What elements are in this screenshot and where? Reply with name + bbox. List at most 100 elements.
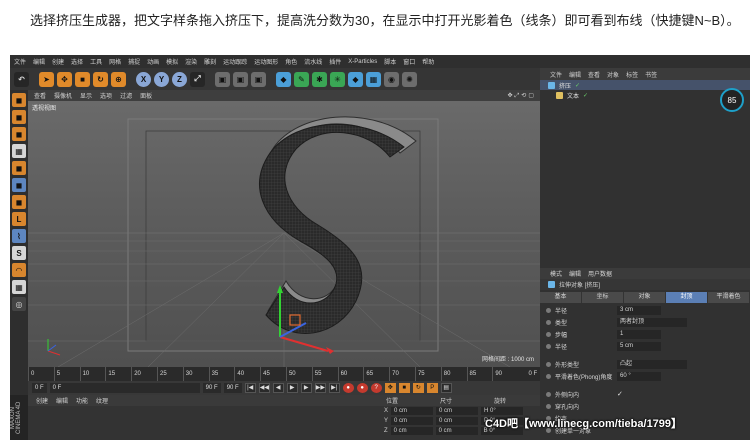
menu-item-animate[interactable]: 动画 xyxy=(147,57,159,66)
om-tab-file[interactable]: 文件 xyxy=(550,70,562,79)
anim-dot-icon[interactable] xyxy=(546,307,551,313)
size-x-field[interactable]: 0 cm xyxy=(436,407,479,415)
axis-mode-icon[interactable]: L xyxy=(12,212,26,226)
coordinate-system-icon[interactable]: ⤢ xyxy=(190,71,205,87)
material-tab-edit[interactable]: 编辑 xyxy=(56,396,68,405)
material-tab-create[interactable]: 创建 xyxy=(36,396,48,405)
viewport-menu-view[interactable]: 查看 xyxy=(34,91,46,100)
viewport-menu-display[interactable]: 显示 xyxy=(80,91,92,100)
menu-item-sculpt[interactable]: 雕刻 xyxy=(204,57,216,66)
points-mode-icon[interactable]: ◼ xyxy=(12,161,26,175)
object-row-text[interactable]: 文本 ✓ xyxy=(540,90,750,100)
array-icon[interactable]: ✳ xyxy=(330,71,345,87)
om-tab-bookmarks[interactable]: 书签 xyxy=(645,70,657,79)
attr-value-dropdown[interactable]: 凸起 xyxy=(617,359,687,369)
attr-value-field[interactable]: 3 cm xyxy=(617,305,661,315)
scale-tool-icon[interactable]: ■ xyxy=(75,71,90,87)
keyframe-selection-icon[interactable]: ? xyxy=(370,383,382,393)
attr-value-field[interactable]: 5 cm xyxy=(617,341,661,351)
menu-item-edit[interactable]: 编辑 xyxy=(33,57,45,66)
attr-tab-object[interactable]: 对象 xyxy=(624,292,666,303)
attr-value-dropdown[interactable]: 两者封顶 xyxy=(617,317,687,327)
prev-frame-icon[interactable]: ◀ xyxy=(272,383,284,393)
subdivision-icon[interactable]: ✱ xyxy=(312,71,327,87)
attr-tab-phong[interactable]: 平滑着色 xyxy=(708,292,750,303)
menu-item-mesh[interactable]: 网格 xyxy=(109,57,121,66)
prev-key-icon[interactable]: ◀◀ xyxy=(258,383,270,393)
viewport-menu-panel[interactable]: 面板 xyxy=(140,91,152,100)
menu-item-render[interactable]: 渲染 xyxy=(185,57,197,66)
camera-icon[interactable]: ◉ xyxy=(384,71,399,87)
floor-icon[interactable]: ▦ xyxy=(366,71,381,87)
menu-item-plugins[interactable]: 插件 xyxy=(329,57,341,66)
snap-icon[interactable]: S xyxy=(12,246,26,260)
attr-value-field[interactable]: 60 ° xyxy=(617,371,661,381)
add-object-icon[interactable]: ⊕ xyxy=(111,71,126,87)
menu-item-create[interactable]: 创建 xyxy=(52,57,64,66)
y-axis-lock-button[interactable]: Y xyxy=(154,71,169,87)
play-icon[interactable]: ▶ xyxy=(286,383,298,393)
timeline-ruler[interactable]: 0 5 10 15 20 25 30 35 40 45 50 55 60 65 … xyxy=(28,367,540,381)
attr-tab-userdata[interactable]: 用户数据 xyxy=(588,269,612,278)
model-mode-icon[interactable]: ◼ xyxy=(12,110,26,124)
magnet-icon[interactable]: ◠ xyxy=(12,263,26,277)
polygons-mode-icon[interactable]: ◼ xyxy=(12,195,26,209)
next-frame-icon[interactable]: ▶ xyxy=(300,383,312,393)
om-tab-view[interactable]: 查看 xyxy=(588,70,600,79)
anim-dot-icon[interactable] xyxy=(546,361,551,367)
cube-primitive-icon[interactable]: ◆ xyxy=(276,71,291,87)
size-z-field[interactable]: 0 cm xyxy=(435,427,478,435)
menu-item-tools[interactable]: 工具 xyxy=(90,57,102,66)
menu-item-pipeline[interactable]: 流水线 xyxy=(304,57,322,66)
render-settings-icon[interactable]: ▣ xyxy=(251,71,266,87)
rotation-key-icon[interactable]: ↻ xyxy=(412,383,424,393)
menu-item-character[interactable]: 角色 xyxy=(285,57,297,66)
attr-tab-caps[interactable]: 封顶 xyxy=(666,292,708,303)
position-y-field[interactable]: 0 cm xyxy=(391,417,434,425)
menu-item-select[interactable]: 选择 xyxy=(71,57,83,66)
select-arrow-icon[interactable]: ➤ xyxy=(39,71,54,87)
attr-tab-mode[interactable]: 模式 xyxy=(550,269,562,278)
attr-tab-basic[interactable]: 基本 xyxy=(540,292,582,303)
om-tab-tags[interactable]: 标签 xyxy=(626,70,638,79)
viewport-menu-options[interactable]: 选项 xyxy=(100,91,112,100)
anim-dot-icon[interactable] xyxy=(546,343,551,349)
viewport-menu-filter[interactable]: 过滤 xyxy=(120,91,132,100)
attr-tab-edit[interactable]: 编辑 xyxy=(569,269,581,278)
scale-key-icon[interactable]: ■ xyxy=(398,383,410,393)
material-tab-texture[interactable]: 纹理 xyxy=(96,396,108,405)
menu-item-snap[interactable]: 捕捉 xyxy=(128,57,140,66)
light-icon[interactable]: ✺ xyxy=(402,71,417,87)
attr-value-field[interactable]: 1 xyxy=(617,329,661,339)
undo-icon[interactable]: ↶ xyxy=(14,71,29,87)
max-frame-field[interactable]: 90 F xyxy=(223,383,242,393)
anim-dot-icon[interactable] xyxy=(546,319,551,325)
position-z-field[interactable]: 0 cm xyxy=(390,427,433,435)
tweak-mode-icon[interactable]: ⌇ xyxy=(12,229,26,243)
anim-dot-icon[interactable] xyxy=(546,403,551,409)
menu-item-mograph[interactable]: 运动图形 xyxy=(254,57,278,66)
menu-item-motion-tracking[interactable]: 运动跟踪 xyxy=(223,57,247,66)
position-x-field[interactable]: 0 cm xyxy=(391,407,434,415)
grid-icon[interactable]: ▦ xyxy=(12,280,26,294)
deformer-icon[interactable]: ◆ xyxy=(348,71,363,87)
x-axis-lock-button[interactable]: X xyxy=(136,71,151,87)
anim-dot-icon[interactable] xyxy=(546,331,551,337)
z-axis-lock-button[interactable]: Z xyxy=(172,71,187,87)
perspective-viewport[interactable]: 透视视图 网格间距 : 1000 cm xyxy=(28,101,540,367)
material-tab-function[interactable]: 功能 xyxy=(76,396,88,405)
enabled-check-icon[interactable]: ✓ xyxy=(583,92,588,99)
current-frame-field[interactable]: 0 F xyxy=(49,383,200,393)
render-view-icon[interactable]: ▣ xyxy=(215,71,230,87)
size-y-field[interactable]: 0 cm xyxy=(436,417,479,425)
viewport-menu-camera[interactable]: 摄像机 xyxy=(54,91,72,100)
move-tool-icon[interactable]: ✥ xyxy=(57,71,72,87)
menu-item-window[interactable]: 窗口 xyxy=(403,57,415,66)
next-key-icon[interactable]: ▶▶ xyxy=(314,383,326,393)
timeline-menu-icon[interactable]: ▤ xyxy=(440,383,452,393)
auto-key-icon[interactable]: ● xyxy=(356,383,368,393)
menu-item-simulate[interactable]: 模拟 xyxy=(166,57,178,66)
solo-mode-icon[interactable]: ◎ xyxy=(12,297,26,311)
start-frame-field[interactable]: 0 F xyxy=(32,383,47,393)
anim-dot-icon[interactable] xyxy=(546,373,551,379)
